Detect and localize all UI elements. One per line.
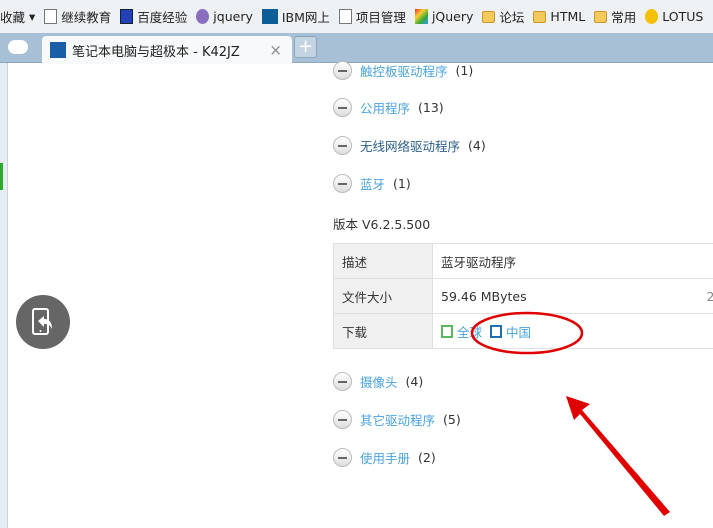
- category-link[interactable]: 其它驱动程序: [360, 410, 435, 429]
- save-icon: [441, 324, 453, 338]
- bookmark-1[interactable]: 百度经验: [120, 7, 187, 26]
- download-china-link[interactable]: 中国: [490, 322, 531, 341]
- lotus-icon: [645, 9, 659, 24]
- download-cell: 全球 中国: [432, 313, 713, 349]
- baidu-paw-icon: [120, 9, 134, 24]
- bookmark-label: 论坛: [499, 10, 525, 25]
- tab-active[interactable]: 笔记本电脑与超极本 - K42JZ ×: [42, 36, 292, 64]
- bookmark-label: 百度经验: [137, 10, 188, 25]
- collapse-icon[interactable]: [333, 61, 352, 80]
- category-utilities[interactable]: 公用程序 (13): [333, 98, 444, 117]
- bookmark-label: jQuery: [431, 9, 474, 24]
- category-link[interactable]: 蓝牙: [360, 174, 385, 193]
- bookmark-8[interactable]: 常用: [594, 7, 636, 26]
- sidebar-strip: [0, 63, 8, 528]
- category-link[interactable]: 使用手册: [360, 448, 410, 467]
- category-count: (13): [418, 100, 444, 115]
- folder-icon: [482, 10, 496, 23]
- tab-title: 笔记本电脑与超极本 - K42JZ: [72, 44, 240, 60]
- bookmark-2[interactable]: jquery: [196, 9, 253, 24]
- new-tab-button[interactable]: +: [294, 36, 317, 58]
- category-count: (4): [405, 374, 424, 389]
- size-label: 文件大小: [333, 278, 433, 314]
- category-link[interactable]: 公用程序: [360, 98, 410, 117]
- desc-label: 描述: [333, 243, 433, 279]
- bookmark-label: jquery: [213, 9, 253, 24]
- table-row: 描述 蓝牙驱动程序: [333, 243, 713, 279]
- category-manual[interactable]: 使用手册 (2): [333, 448, 436, 467]
- bookmark-4[interactable]: 项目管理: [338, 7, 406, 26]
- category-count: (4): [468, 138, 486, 153]
- category-wireless[interactable]: 无线网络驱动程序 (4): [333, 136, 486, 155]
- size-cell: 59.46 MBytes 2: [432, 278, 713, 314]
- category-other[interactable]: 其它驱动程序 (5): [333, 410, 461, 429]
- folder-icon: [594, 10, 608, 23]
- close-tab-icon[interactable]: ×: [269, 41, 282, 59]
- cloud-icon[interactable]: [8, 40, 28, 54]
- bookmark-5[interactable]: jQuery: [414, 9, 474, 24]
- bookmark-label: 常用: [611, 10, 637, 25]
- mobile-share-button[interactable]: [16, 295, 70, 349]
- category-count: (2): [418, 450, 436, 465]
- bookmark-0[interactable]: 继续教育: [44, 7, 111, 26]
- size-value: 59.46 MBytes: [441, 288, 527, 304]
- folder-icon: [533, 10, 547, 23]
- bookmark-label: 收藏: [0, 10, 26, 25]
- tab-bar: 笔记本电脑与超极本 - K42JZ × +: [0, 33, 713, 64]
- bookmark-6[interactable]: 论坛: [482, 7, 524, 26]
- collapse-icon[interactable]: [333, 174, 352, 193]
- table-row: 文件大小 59.46 MBytes 2: [333, 278, 713, 314]
- bookmark-7[interactable]: HTML: [533, 9, 585, 24]
- collapse-icon[interactable]: [333, 136, 352, 155]
- category-camera[interactable]: 摄像头 (4): [333, 372, 423, 391]
- collapse-icon[interactable]: [333, 410, 352, 429]
- version-label: 版本 V6.2.5.500: [333, 217, 431, 232]
- size-extra: 2: [706, 288, 713, 304]
- save-icon: [490, 324, 502, 338]
- category-touchpad[interactable]: 触控板驱动程序 (1): [333, 61, 473, 80]
- site-favicon-icon: [50, 42, 66, 58]
- category-count: (5): [443, 412, 461, 427]
- download-china-label: 中国: [506, 324, 532, 340]
- bookmark-label: HTML: [550, 9, 586, 24]
- download-global-link[interactable]: 全球: [441, 322, 482, 341]
- category-count: (1): [455, 63, 474, 78]
- bookmark-label: LOTUS: [662, 9, 704, 24]
- download-label: 下载: [333, 313, 433, 349]
- desc-value: 蓝牙驱动程序: [432, 243, 713, 279]
- bookmark-9[interactable]: LOTUS: [645, 9, 703, 24]
- category-count: (1): [393, 176, 411, 191]
- bookmarks-bar: 收藏 ▾ 继续教育 百度经验 jquery IBM网上 项目管理 jQuery …: [0, 0, 713, 33]
- category-link[interactable]: 触控板驱动程序: [360, 61, 448, 80]
- page-icon: [44, 9, 58, 24]
- bookmark-label: 继续教育: [61, 10, 112, 25]
- category-bluetooth[interactable]: 蓝牙 (1): [333, 174, 411, 193]
- jquery-icon: [414, 9, 428, 24]
- collapse-icon[interactable]: [333, 372, 352, 391]
- bookmark-3[interactable]: IBM网上: [261, 7, 330, 26]
- ibm-icon: [261, 9, 278, 24]
- php-icon: [196, 9, 210, 24]
- page-icon: [338, 9, 352, 24]
- category-link[interactable]: 无线网络驱动程序: [360, 136, 460, 155]
- phone-return-icon: [32, 308, 52, 335]
- download-global-label: 全球: [457, 324, 483, 340]
- bookmark-label: IBM网上: [281, 10, 330, 25]
- table-row: 下载 全球 中国: [333, 313, 713, 349]
- collapse-icon[interactable]: [333, 98, 352, 117]
- bookmark-favorites[interactable]: 收藏 ▾: [0, 7, 35, 26]
- sidebar-indicator: [0, 163, 3, 190]
- collapse-icon[interactable]: [333, 448, 352, 467]
- bookmark-label: 项目管理: [355, 10, 406, 25]
- annotation-arrow: [566, 396, 670, 516]
- driver-details-table: 描述 蓝牙驱动程序 文件大小 59.46 MBytes 2 下载 全球 中国: [333, 243, 713, 349]
- category-link[interactable]: 摄像头: [360, 372, 398, 391]
